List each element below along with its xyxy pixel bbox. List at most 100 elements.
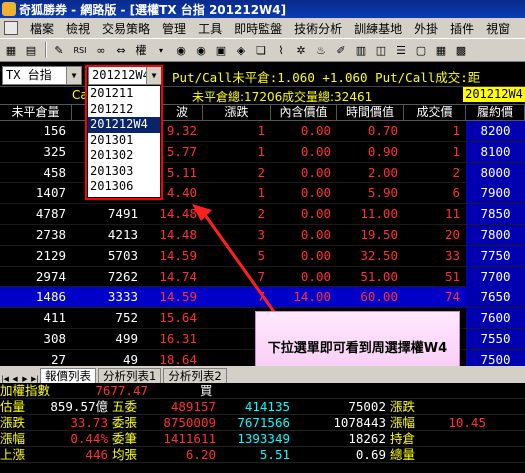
cell-change: 1 xyxy=(257,143,265,159)
menu-strategy[interactable]: 交易策略 xyxy=(96,20,156,37)
dropdown-option[interactable]: 201303 xyxy=(88,164,160,180)
brush-icon[interactable]: ✐ xyxy=(332,41,350,59)
table-row[interactable]: 1486 3333 14.59 7 14.00 60.00 74 7650 xyxy=(0,287,525,309)
stat-value: 33.73 xyxy=(70,415,108,430)
chevron-down-icon[interactable]: ▼ xyxy=(66,67,81,84)
chart-icon[interactable]: ▤ xyxy=(22,41,40,59)
menu-training[interactable]: 訓練基地 xyxy=(348,20,408,37)
camera-icon[interactable]: ◫ xyxy=(372,41,390,59)
table-row[interactable]: 4787 7491 14.48 2 0.00 11.00 11 7850 xyxy=(0,204,525,225)
col-change[interactable]: 漲跌 xyxy=(203,105,271,121)
tab-nav-prev-icon[interactable]: ◀ xyxy=(10,375,20,383)
tab-analysis-1[interactable]: 分析列表1 xyxy=(98,368,162,383)
tab-nav-last-icon[interactable]: ▶| xyxy=(30,375,40,383)
bell-icon[interactable]: ♨ xyxy=(312,41,330,59)
summary-row: Ca 未平倉總:17206 成交量總:32461 201212W4 xyxy=(0,87,525,104)
cell-price: 2 xyxy=(452,164,460,180)
tab-nav-first-icon[interactable]: |◀ xyxy=(0,375,10,383)
dropdown-option[interactable]: 201212 xyxy=(88,102,160,118)
cell-intrinsic: 0.00 xyxy=(300,247,331,263)
cell-volatility: 16.31 xyxy=(159,330,197,346)
book-icon[interactable]: ❏ xyxy=(252,41,270,59)
dropdown-small-icon[interactable]: ▾ xyxy=(152,41,170,59)
col-strike[interactable]: 履約價 xyxy=(466,105,525,121)
col-intrinsic[interactable]: 內含價值 xyxy=(271,105,337,121)
expiry-select-value: 201212W4 xyxy=(92,68,150,82)
menu-window[interactable]: 視窗 xyxy=(480,20,516,37)
chart-line-icon[interactable]: ⌇ xyxy=(272,41,290,59)
view-icon-3[interactable]: ▣ xyxy=(212,41,230,59)
chevron-down-icon[interactable]: ▼ xyxy=(146,67,161,84)
table-row[interactable]: 2129 5703 14.59 5 0.00 32.50 33 7750 xyxy=(0,245,525,267)
table-row[interactable]: 156 9.32 1 0.00 0.70 1 8200 xyxy=(0,121,525,142)
menu-view[interactable]: 檢視 xyxy=(60,20,96,37)
cell-volume: 4213 xyxy=(107,226,138,242)
tab-nav-next-icon[interactable]: ▶ xyxy=(20,375,30,383)
glasses-icon[interactable]: ∞ xyxy=(92,41,110,59)
cell-open-interest: 4787 xyxy=(35,206,66,222)
expiry-select[interactable]: 201212W4 ▼ xyxy=(88,66,162,85)
view-icon-4[interactable]: ◈ xyxy=(232,41,250,59)
col-open-interest[interactable]: 未平倉量 xyxy=(0,105,72,121)
rsi-icon[interactable]: RSI xyxy=(70,41,90,59)
cell-change: 3 xyxy=(257,226,265,242)
dropdown-option[interactable]: 201302 xyxy=(88,148,160,164)
cell-open-interest: 458 xyxy=(43,164,66,180)
cell-open-interest: 2738 xyxy=(35,226,66,242)
table-row[interactable]: 1407 4.40 1 0.00 5.90 6 7900 xyxy=(0,183,525,205)
save-icon[interactable]: ▩ xyxy=(452,41,470,59)
expiry-dropdown-list: 201211 201212 201212W4 201301 201302 201303 20… xyxy=(87,85,161,198)
weight-icon[interactable]: 權 xyxy=(132,41,150,59)
cell-time-value: 51.00 xyxy=(360,268,398,284)
table-row[interactable]: 2974 7262 14.74 7 0.00 51.00 51 7700 xyxy=(0,266,525,288)
stat-label: 漲幅 xyxy=(0,431,26,446)
tab-analysis-2[interactable]: 分析列表2 xyxy=(163,368,227,383)
dropdown-option[interactable]: 201211 xyxy=(88,86,160,102)
cell-price: 51 xyxy=(444,268,460,284)
cell-time-value: 60.00 xyxy=(360,289,398,305)
cell-price: 20 xyxy=(444,226,460,242)
order-buy: 1393349 xyxy=(237,431,290,446)
view-icon-1[interactable]: ◉ xyxy=(172,41,190,59)
list-icon[interactable]: ☰ xyxy=(392,41,410,59)
gear-icon[interactable]: ✲ xyxy=(292,41,310,59)
pen-icon[interactable]: ✎ xyxy=(50,41,68,59)
table-row[interactable]: 325 5.77 1 0.00 0.90 1 8100 xyxy=(0,141,525,163)
panel-icon[interactable]: ▦ xyxy=(432,41,450,59)
call-label: Ca xyxy=(72,88,88,102)
grid-icon[interactable]: ▦ xyxy=(2,41,20,59)
cell-strike: 8000 xyxy=(466,162,525,183)
menu-manage[interactable]: 管理 xyxy=(156,20,192,37)
stat-label: 漲跌 xyxy=(0,415,26,430)
stats-row: 漲跌 33.73 委張 8750009 7671566 1078443 漲幅 10.45 xyxy=(0,415,525,431)
menu-bar: 檔案 檢視 交易策略 管理 工具 即時監盤 技術分析 訓練基地 外掛 插件 視窗 xyxy=(0,18,525,38)
menu-tools[interactable]: 工具 xyxy=(192,20,228,37)
menu-plugins[interactable]: 外掛 xyxy=(408,20,444,37)
dropdown-option[interactable]: 201301 xyxy=(88,133,160,149)
cell-open-interest: 156 xyxy=(43,123,66,138)
arrows-icon[interactable]: ⇔ xyxy=(112,41,130,59)
table-row[interactable]: 2738 4213 14.48 3 0.00 19.50 20 7800 xyxy=(0,224,525,246)
dropdown-option[interactable]: 201212W4 xyxy=(88,117,160,133)
cell-strike: 7850 xyxy=(466,204,525,225)
tab-quote-list[interactable]: 報價列表 xyxy=(40,368,96,383)
cell-strike: 7800 xyxy=(466,224,525,245)
cell-intrinsic: 0.00 xyxy=(300,143,331,159)
order-label: 均張 xyxy=(112,447,138,462)
stats-row: 上漲 446 均張 6.20 5.51 0.69 總量 xyxy=(0,447,525,463)
table-row[interactable]: 458 5.11 2 0.00 2.00 2 8000 xyxy=(0,162,525,184)
window-icon[interactable]: ▢ xyxy=(412,41,430,59)
col-time-value[interactable]: 時間價值 xyxy=(337,105,404,121)
menu-file[interactable]: 檔案 xyxy=(24,20,60,37)
dropdown-option[interactable]: 201306 xyxy=(88,179,160,195)
col-price[interactable]: 成交價 xyxy=(404,105,466,121)
right-value xyxy=(430,431,490,447)
menu-technical[interactable]: 技術分析 xyxy=(288,20,348,37)
menu-addons[interactable]: 插件 xyxy=(444,20,480,37)
view-icon-2[interactable]: ◉ xyxy=(192,41,210,59)
stats-icon[interactable]: ▥ xyxy=(352,41,370,59)
cell-volume: 499 xyxy=(115,330,138,346)
product-select[interactable]: TX 台指 ▼ xyxy=(2,66,82,85)
system-menu-icon[interactable] xyxy=(4,21,18,35)
menu-monitor[interactable]: 即時監盤 xyxy=(228,20,288,37)
